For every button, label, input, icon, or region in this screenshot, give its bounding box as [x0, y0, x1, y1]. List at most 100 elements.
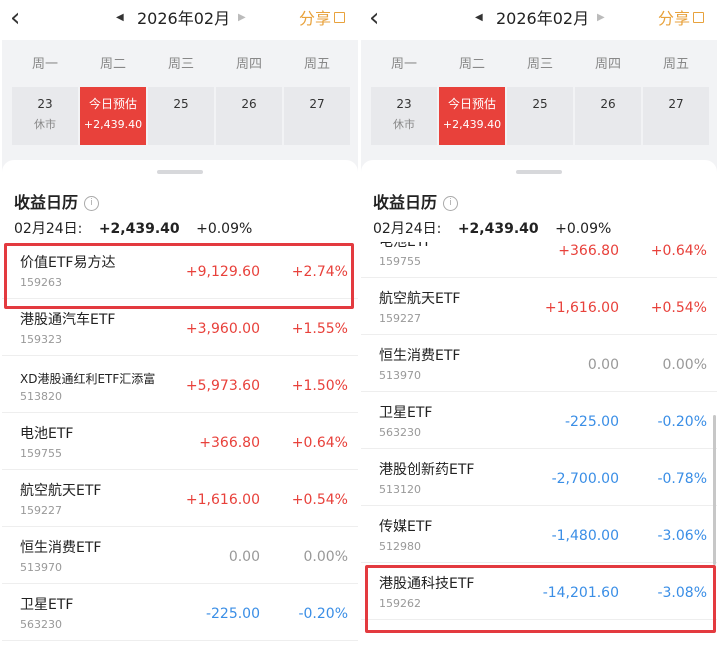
day-cell-23[interactable]: 23 休市	[371, 87, 437, 145]
fund-code: 159227	[379, 312, 421, 325]
summary-amount: +2,439.40	[98, 221, 180, 237]
day-number: 27	[309, 97, 325, 111]
back-icon[interactable]: ‹	[10, 4, 20, 32]
fund-code: 159755	[379, 255, 421, 268]
info-icon[interactable]: i	[84, 196, 99, 211]
top-bar: ‹ ◀ 2026年02月 ▶ 分享	[361, 0, 717, 40]
day-number: 今日预估	[447, 97, 496, 111]
drag-handle[interactable]	[157, 170, 203, 174]
fund-profit: -14,201.60	[542, 585, 619, 601]
day-cell-25[interactable]: 25	[507, 87, 573, 145]
card-title: 收益日历	[14, 193, 79, 212]
list-item[interactable]: 卫星ETF 563230 -225.00 -0.20%	[2, 584, 358, 641]
summary-percent: +0.09%	[196, 221, 253, 237]
fund-percent: +0.54%	[650, 300, 707, 316]
fund-profit: +366.80	[558, 243, 619, 259]
list-item[interactable]: 电池ETF 159755 +366.80 +0.64%	[2, 413, 358, 470]
fund-percent: +0.64%	[291, 435, 348, 451]
list-item[interactable]: 卫星ETF 563230 -225.00 -0.20%	[361, 392, 717, 449]
back-icon[interactable]: ‹	[369, 4, 379, 32]
day-status: 休市	[393, 118, 415, 131]
fund-code: 159227	[20, 504, 62, 517]
fund-name: 电池ETF	[20, 426, 74, 442]
list-item[interactable]: 港股通科技ETF 159262 -14,201.60 -3.08%	[361, 563, 717, 620]
weekday-thu: 周四	[594, 57, 621, 72]
fund-percent: -3.06%	[657, 528, 707, 544]
info-icon[interactable]: i	[443, 196, 458, 211]
day-number: 26	[241, 97, 257, 111]
fund-profit: +9,129.60	[185, 264, 260, 280]
share-button[interactable]: 分享	[658, 9, 705, 29]
prev-month-icon[interactable]: ◀	[116, 12, 124, 24]
fund-name: 恒生消费ETF	[20, 540, 102, 556]
fund-profit: +366.80	[199, 435, 260, 451]
fund-name: 恒生消费ETF	[379, 348, 461, 364]
weekday-fri: 周五	[303, 57, 330, 72]
right-screen: ‹ ◀ 2026年02月 ▶ 分享 周一 周二 周三 周四 周五 23 休市 今…	[361, 0, 717, 649]
weekday-tue: 周二	[458, 57, 485, 72]
fund-name: 卫星ETF	[20, 597, 74, 613]
day-cell-23[interactable]: 23 休市	[12, 87, 78, 145]
fund-name: XD港股通红利ETF汇添富	[20, 372, 156, 386]
fund-code: 563230	[20, 618, 62, 631]
fund-code: 159263	[20, 276, 62, 289]
day-cell-27[interactable]: 27	[284, 87, 350, 145]
next-month-icon[interactable]: ▶	[238, 12, 246, 24]
day-cell-today[interactable]: 今日预估 +2,439.40	[80, 87, 146, 145]
fund-percent: +0.54%	[291, 492, 348, 508]
weekday-fri: 周五	[662, 57, 689, 72]
fund-percent: -0.20%	[657, 414, 707, 430]
list-item[interactable]: 港股创新药ETF 513120 -2,700.00 -0.78%	[361, 449, 717, 506]
list-item[interactable]: XD港股通红利ETF汇添富 513820 +5,973.60 +1.50%	[2, 356, 358, 413]
share-button[interactable]: 分享	[299, 9, 346, 29]
day-profit: +2,439.40	[442, 118, 502, 131]
fund-name: 卫星ETF	[379, 405, 433, 421]
list-item[interactable]: 恒生消费ETF 513970 0.00 0.00%	[361, 335, 717, 392]
day-summary: 02月24日: +2,439.40 +0.09%	[373, 220, 623, 238]
day-number: 23	[396, 97, 412, 111]
fund-name: 航空航天ETF	[379, 291, 461, 307]
scrollbar[interactable]	[713, 415, 716, 565]
top-bar: ‹ ◀ 2026年02月 ▶ 分享	[2, 0, 358, 40]
fund-profit: -225.00	[564, 414, 619, 430]
summary-percent: +0.09%	[555, 221, 612, 237]
next-month-icon[interactable]: ▶	[597, 12, 605, 24]
list-item[interactable]: 航空航天ETF 159227 +1,616.00 +0.54%	[2, 470, 358, 527]
drag-handle[interactable]	[516, 170, 562, 174]
day-cell-25[interactable]: 25	[148, 87, 214, 145]
fund-percent: 0.00%	[303, 549, 348, 565]
fund-percent: +1.50%	[291, 378, 348, 394]
day-profit: +2,439.40	[83, 118, 143, 131]
share-label: 分享	[658, 9, 691, 28]
day-cell-27[interactable]: 27	[643, 87, 709, 145]
fund-percent: -0.78%	[657, 471, 707, 487]
fund-percent: -0.20%	[298, 606, 348, 622]
list-item[interactable]: 价值ETF易方达 159263 +9,129.60 +2.74%	[2, 242, 358, 299]
day-number: 25	[173, 97, 189, 111]
fund-name: 港股通汽车ETF	[20, 312, 116, 328]
fund-code: 513970	[20, 561, 62, 574]
day-cell-today[interactable]: 今日预估 +2,439.40	[439, 87, 505, 145]
fund-code: 159323	[20, 333, 62, 346]
prev-month-icon[interactable]: ◀	[475, 12, 483, 24]
day-number: 26	[600, 97, 616, 111]
day-cell-26[interactable]: 26	[216, 87, 282, 145]
fund-percent: +0.64%	[650, 243, 707, 259]
weekday-wed: 周三	[526, 57, 553, 72]
holdings-list[interactable]: 电池ETF 159755 +366.80 +0.64% 航空航天ETF 1592…	[361, 242, 717, 649]
fund-percent: -3.08%	[657, 585, 707, 601]
day-cell-26[interactable]: 26	[575, 87, 641, 145]
fund-code: 159755	[20, 447, 62, 460]
fund-percent: +1.55%	[291, 321, 348, 337]
weekday-mon: 周一	[31, 57, 58, 72]
fund-profit: 0.00	[587, 357, 619, 373]
list-item[interactable]: 港股通汽车ETF 159323 +3,960.00 +1.55%	[2, 299, 358, 356]
list-item[interactable]: 传媒ETF 512980 -1,480.00 -3.06%	[361, 506, 717, 563]
day-number: 23	[37, 97, 53, 111]
month-title: 2026年02月	[496, 9, 590, 28]
weekday-thu: 周四	[235, 57, 262, 72]
list-item[interactable]: 电池ETF 159755 +366.80 +0.64%	[361, 242, 717, 278]
fund-profit: +3,960.00	[185, 321, 260, 337]
list-item[interactable]: 航空航天ETF 159227 +1,616.00 +0.54%	[361, 278, 717, 335]
list-item[interactable]: 恒生消费ETF 513970 0.00 0.00%	[2, 527, 358, 584]
